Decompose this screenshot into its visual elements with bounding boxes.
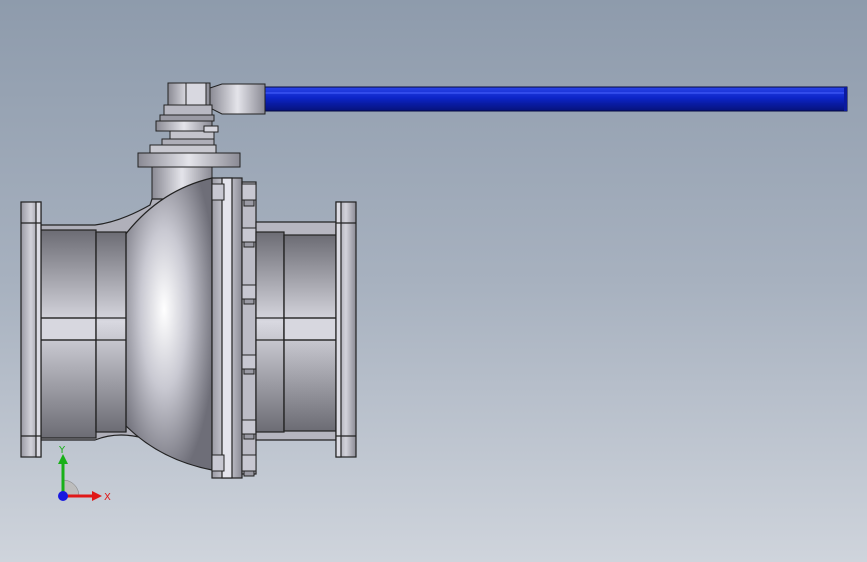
y-axis-label: Y	[58, 445, 66, 456]
left-flange	[20, 201, 42, 458]
handle-lever[interactable]	[264, 86, 848, 112]
ball-valve-model[interactable]	[0, 0, 867, 562]
graphics-viewport[interactable]: Y X	[0, 0, 867, 562]
right-body	[255, 221, 337, 441]
z-axis-dot	[58, 491, 68, 501]
x-axis-head	[92, 491, 102, 501]
x-axis-label: X	[104, 492, 111, 503]
reference-triad: Y X	[58, 445, 111, 503]
right-flange	[335, 201, 357, 458]
valve-body	[39, 177, 213, 471]
handle-hub	[149, 82, 266, 154]
